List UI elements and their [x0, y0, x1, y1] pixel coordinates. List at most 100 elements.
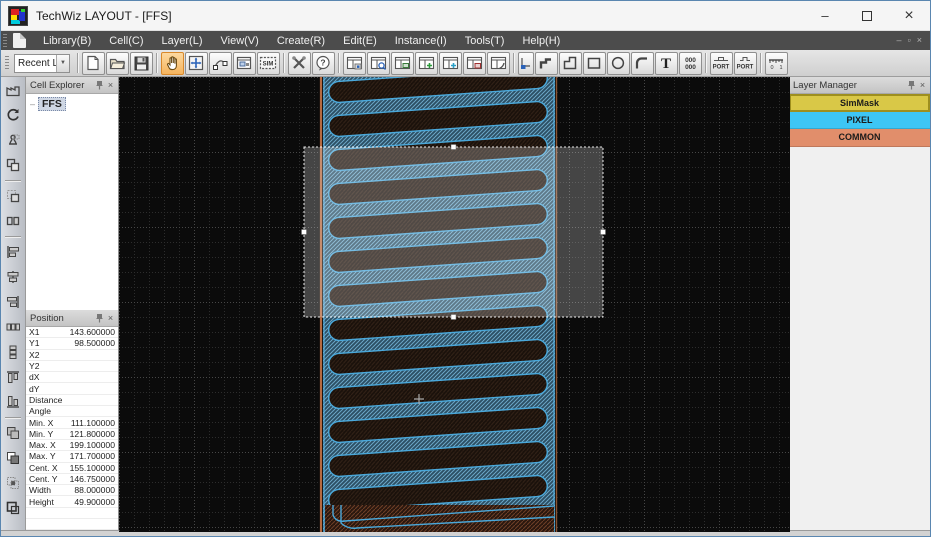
- close-button[interactable]: ×: [888, 1, 930, 30]
- snap-grid-icon: [520, 56, 532, 70]
- tools-button[interactable]: [288, 52, 311, 75]
- menu-instance[interactable]: Instance(I): [386, 33, 456, 49]
- align-left-button[interactable]: [3, 242, 23, 262]
- boolean-subtract-icon: [5, 450, 21, 466]
- copy-button[interactable]: [3, 155, 23, 175]
- paste-region-button[interactable]: [3, 186, 23, 206]
- menu-tools[interactable]: Tools(T): [456, 33, 514, 49]
- open-library-button[interactable]: [106, 52, 129, 75]
- layer-row-common[interactable]: COMMON: [789, 129, 930, 147]
- boolean-xor-button[interactable]: [3, 498, 23, 518]
- ruler-button[interactable]: 01: [765, 52, 788, 75]
- align-right-button[interactable]: [3, 292, 23, 312]
- menu-help[interactable]: Help(H): [513, 33, 569, 49]
- rectangle-button[interactable]: [583, 52, 606, 75]
- pin-icon[interactable]: [94, 313, 105, 324]
- paste-region-icon: [5, 188, 21, 204]
- selection-handle-top[interactable]: [451, 145, 456, 150]
- cell-paste-button[interactable]: [415, 52, 438, 75]
- rotate-button[interactable]: [3, 105, 23, 125]
- svg-text:0: 0: [771, 65, 774, 71]
- cell-explorer-titlebar[interactable]: Cell Explorer ×: [26, 77, 118, 94]
- help-balloon-button[interactable]: ?: [312, 52, 335, 75]
- distribute-vertical-icon: [5, 344, 21, 360]
- selection-handle-bottom[interactable]: [451, 315, 456, 320]
- polygon-button[interactable]: [559, 52, 582, 75]
- new-document-button[interactable]: [82, 52, 105, 75]
- mdi-close-button[interactable]: ×: [917, 36, 922, 45]
- selection-handle-right[interactable]: [601, 230, 606, 235]
- distribute-horizontal-button[interactable]: [3, 317, 23, 337]
- edit-in-place-button[interactable]: [233, 52, 256, 75]
- minimize-button[interactable]: –: [804, 1, 846, 30]
- menu-library[interactable]: Library(B): [34, 33, 100, 49]
- selection-rectangle[interactable]: [302, 145, 606, 320]
- align-bottom-button[interactable]: [3, 392, 23, 412]
- cell-new-button[interactable]: [343, 52, 366, 75]
- node-edit-button[interactable]: [209, 52, 232, 75]
- port-button[interactable]: PORT: [710, 52, 733, 75]
- svg-text:000: 000: [685, 57, 696, 64]
- align-center-button[interactable]: [3, 267, 23, 287]
- arc-path-button[interactable]: [631, 52, 654, 75]
- menu-view[interactable]: View(V): [212, 33, 268, 49]
- boolean-merge-button[interactable]: [3, 423, 23, 443]
- circle-button[interactable]: [607, 52, 630, 75]
- path-button[interactable]: [535, 52, 558, 75]
- menu-cell[interactable]: Cell(C): [100, 33, 152, 49]
- array-ports-button[interactable]: 000000: [679, 52, 702, 75]
- pin-icon[interactable]: [906, 80, 917, 91]
- maximize-button[interactable]: [846, 1, 888, 30]
- position-table: X1143.600000 Y198.500000 X2 Y2 dX dY Dis…: [26, 327, 118, 530]
- boolean-and-button[interactable]: [3, 473, 23, 493]
- layer-row-simmask[interactable]: SimMask: [789, 94, 930, 112]
- close-panel-icon[interactable]: ×: [917, 80, 928, 91]
- menu-layer[interactable]: Layer(L): [153, 33, 212, 49]
- layout-canvas[interactable]: [119, 77, 788, 530]
- mdi-restore-button[interactable]: ▫: [908, 36, 911, 45]
- position-titlebar[interactable]: Position ×: [26, 310, 118, 327]
- tree-expander-icon[interactable]: –: [30, 99, 35, 109]
- align-left-icon: [5, 244, 21, 260]
- cell-new-icon: [346, 55, 363, 71]
- cell-instance-button[interactable]: [439, 52, 462, 75]
- toolbar-grip[interactable]: [5, 56, 9, 70]
- cell-explorer-tree: – FFS: [26, 94, 118, 310]
- close-panel-icon[interactable]: ×: [105, 313, 116, 324]
- cell-lock-button[interactable]: [487, 52, 510, 75]
- cell-copy-button[interactable]: [391, 52, 414, 75]
- pan-tool-button[interactable]: [161, 52, 184, 75]
- menu-edit[interactable]: Edit(E): [334, 33, 386, 49]
- align-top-button[interactable]: [3, 367, 23, 387]
- selection-handle-left[interactable]: [302, 230, 307, 235]
- layer-row-pixel[interactable]: PIXEL: [789, 112, 930, 130]
- save-button[interactable]: [130, 52, 153, 75]
- sim-view-button[interactable]: SIM: [257, 52, 280, 75]
- cell-array-button[interactable]: [463, 52, 486, 75]
- right-dock: Layer Manager × SimMask PIXEL COMMON: [788, 77, 930, 530]
- dropdown-arrow-icon[interactable]: ▼: [56, 55, 69, 72]
- layer-manager-titlebar[interactable]: Layer Manager ×: [789, 77, 930, 94]
- stamp-button[interactable]: [3, 130, 23, 150]
- fab-cell-button[interactable]: [3, 80, 23, 100]
- text-button[interactable]: T: [655, 52, 678, 75]
- cell-open-button[interactable]: [367, 52, 390, 75]
- position-row: Cent. X155.100000: [26, 463, 118, 474]
- distribute-vertical-button[interactable]: [3, 342, 23, 362]
- menubar-grip[interactable]: [3, 34, 7, 48]
- snap-grid-button[interactable]: [518, 52, 534, 75]
- tree-item-ffs[interactable]: – FFS: [30, 97, 118, 111]
- close-panel-icon[interactable]: ×: [105, 80, 116, 91]
- pair-horizontal-button[interactable]: [3, 211, 23, 231]
- zoom-fit-button[interactable]: [185, 52, 208, 75]
- mdi-minimize-button[interactable]: –: [897, 36, 902, 45]
- main-toolbar: Recent L ▼ SIM: [1, 50, 930, 77]
- edit-cell-icon: [236, 55, 252, 71]
- pin-icon[interactable]: [94, 80, 105, 91]
- boolean-subtract-button[interactable]: [3, 448, 23, 468]
- menu-create[interactable]: Create(R): [268, 33, 334, 49]
- port-icon: PORT: [712, 55, 730, 71]
- port-label-button[interactable]: PORT: [734, 52, 757, 75]
- recent-layer-combobox[interactable]: Recent L ▼: [14, 54, 70, 73]
- align-top-icon: [5, 369, 21, 385]
